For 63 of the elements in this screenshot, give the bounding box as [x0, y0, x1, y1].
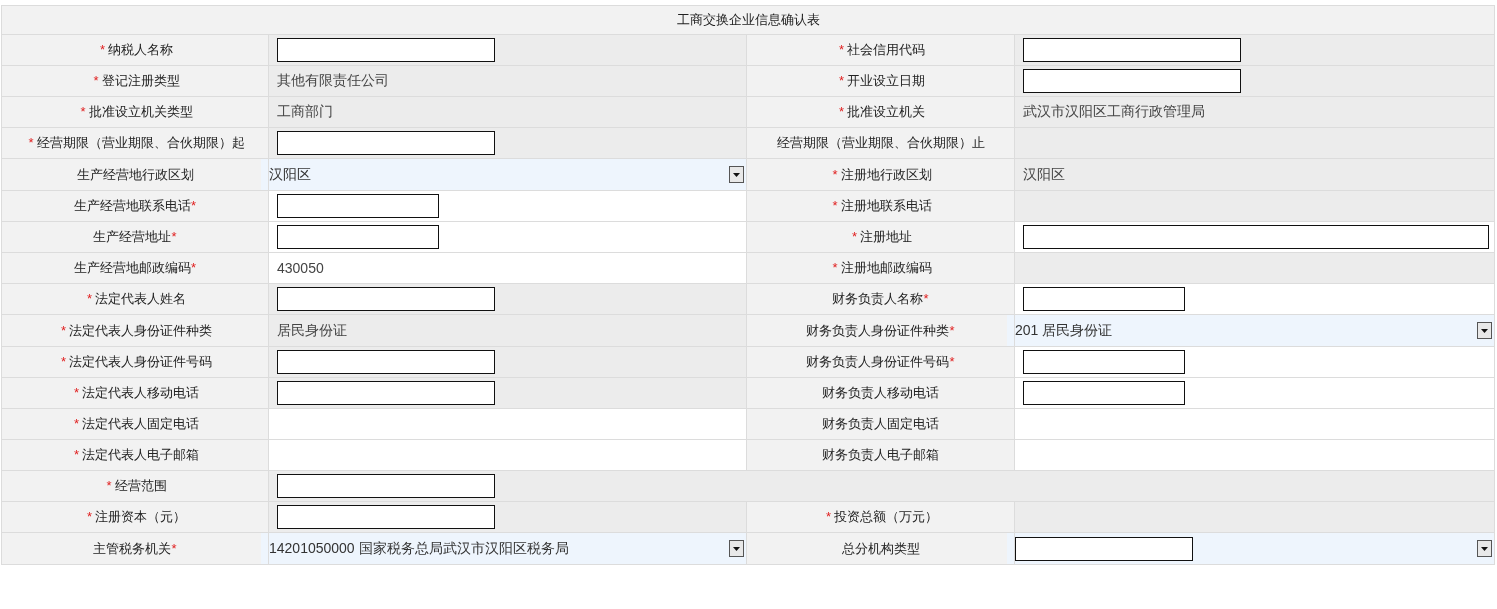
- field-label: 生产经营地联系电话*: [73, 198, 197, 213]
- field-value: 汉阳区: [1023, 165, 1065, 182]
- field-label: * 开业设立日期: [837, 73, 926, 88]
- field-label: 生产经营地行政区划: [76, 166, 194, 182]
- input-field[interactable]: [277, 194, 439, 218]
- field-label: 财务负责人电子邮箱: [822, 447, 939, 462]
- input-field[interactable]: [1023, 287, 1185, 311]
- field-label: * 注册地联系电话: [831, 198, 932, 213]
- field-value: 430050: [277, 260, 324, 276]
- field-value: 居民身份证: [277, 321, 347, 338]
- field-label: * 注册资本（元）: [85, 509, 187, 524]
- input-field[interactable]: [1015, 536, 1193, 561]
- input-field[interactable]: [277, 38, 495, 62]
- input-field[interactable]: [1023, 38, 1241, 62]
- input-field[interactable]: [1023, 350, 1185, 374]
- field-label: * 登记注册类型: [92, 73, 180, 88]
- field-label: * 注册地邮政编码: [831, 260, 932, 275]
- field-label: * 法定代表人固定电话: [72, 416, 200, 431]
- field-label: * 注册地行政区划: [831, 166, 932, 182]
- input-field[interactable]: [1023, 381, 1185, 405]
- field-label: 财务负责人移动电话: [822, 385, 939, 400]
- field-label: * 批准设立机关: [837, 104, 926, 119]
- field-label: * 经营范围: [105, 478, 167, 493]
- input-field[interactable]: [277, 381, 495, 405]
- caret-icon[interactable]: [1477, 322, 1492, 339]
- field-label: * 注册地址: [850, 229, 913, 244]
- field-label: 主管税务机关*: [93, 540, 177, 556]
- field-label: * 纳税人名称: [98, 42, 174, 57]
- input-field[interactable]: [277, 505, 495, 529]
- field-label: * 法定代表人移动电话: [72, 385, 200, 400]
- field-label: 财务负责人名称*: [832, 291, 929, 306]
- field-label: * 经营期限（营业期限、合伙期限）起: [27, 135, 245, 150]
- field-value: 武汉市汉阳区工商行政管理局: [1023, 103, 1205, 119]
- field-value: 其他有限责任公司: [277, 72, 389, 88]
- field-label: 总分机构类型: [841, 540, 920, 556]
- dropdown-select[interactable]: 14201050000 国家税务总局武汉市汉阳区税务局: [261, 533, 746, 564]
- dropdown-select[interactable]: 201 居民身份证: [1007, 315, 1494, 346]
- input-field[interactable]: [277, 474, 495, 498]
- input-field[interactable]: [1023, 69, 1241, 93]
- field-label: * 法定代表人姓名: [85, 291, 187, 306]
- field-label: 生产经营地址*: [93, 229, 177, 244]
- field-value: 工商部门: [277, 103, 333, 119]
- field-label: 财务负责人身份证件种类*: [806, 322, 955, 338]
- input-field[interactable]: [277, 350, 495, 374]
- field-label: * 批准设立机关类型: [79, 104, 193, 119]
- field-label: * 法定代表人身份证件种类: [59, 322, 213, 338]
- field-label: * 社会信用代码: [837, 42, 926, 57]
- field-label: 财务负责人身份证件号码*: [806, 354, 955, 369]
- form-title: 工商交换企业信息确认表: [1, 5, 1495, 35]
- input-field[interactable]: [1023, 225, 1489, 249]
- caret-icon[interactable]: [729, 166, 744, 183]
- input-field[interactable]: [277, 287, 495, 311]
- input-field[interactable]: [277, 131, 495, 155]
- dropdown-select[interactable]: 汉阳区: [261, 159, 746, 190]
- input-field[interactable]: [277, 225, 439, 249]
- field-label: 生产经营地邮政编码*: [73, 260, 197, 275]
- caret-icon[interactable]: [1477, 540, 1492, 557]
- field-label: * 投资总额（万元）: [824, 509, 939, 524]
- field-label: * 法定代表人电子邮箱: [72, 447, 200, 462]
- caret-icon[interactable]: [729, 540, 744, 557]
- field-label: 经营期限（营业期限、合伙期限）止: [776, 135, 985, 150]
- field-label: * 法定代表人身份证件号码: [59, 354, 213, 369]
- field-label: 财务负责人固定电话: [822, 416, 939, 431]
